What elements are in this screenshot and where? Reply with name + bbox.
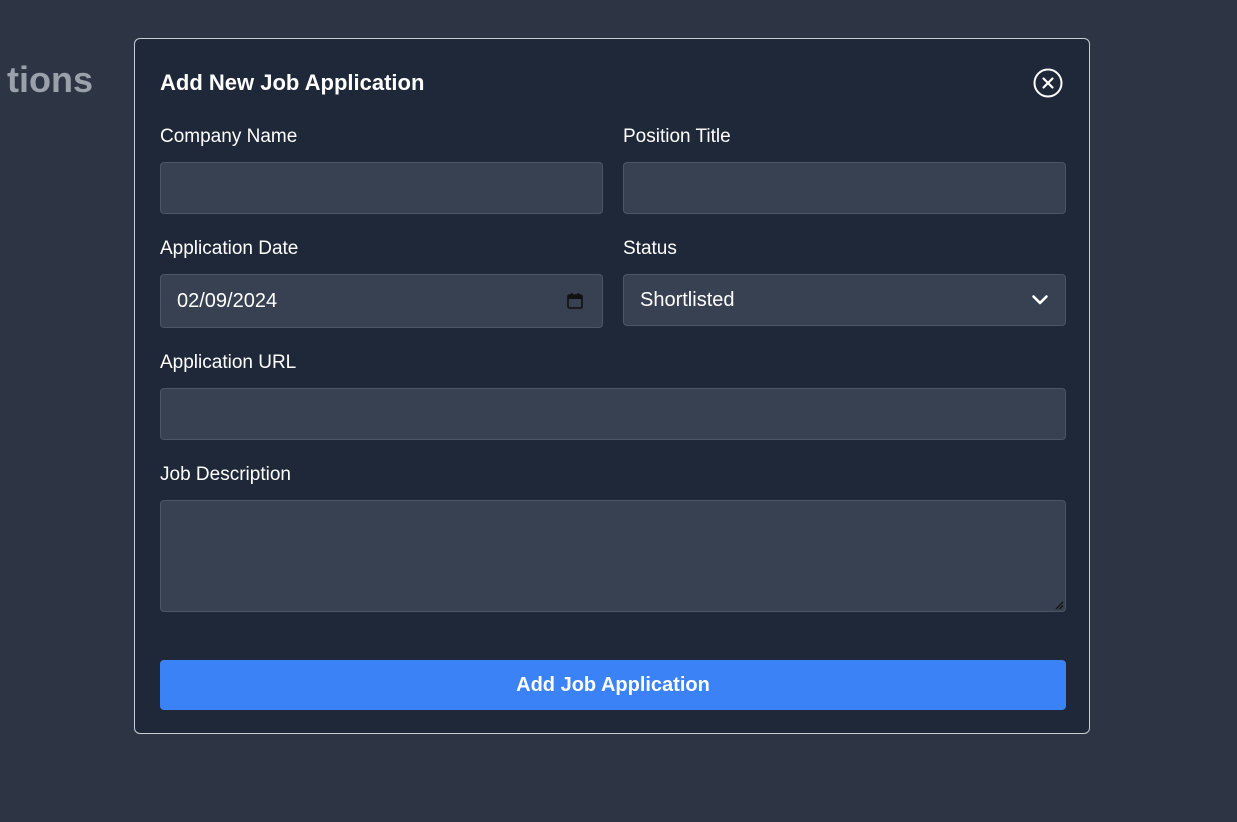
calendar-icon[interactable] bbox=[566, 292, 584, 310]
close-button[interactable] bbox=[1032, 67, 1064, 99]
company-name-label: Company Name bbox=[160, 126, 298, 147]
company-name-input[interactable] bbox=[160, 162, 603, 214]
application-url-label: Application URL bbox=[160, 352, 297, 373]
status-select[interactable]: Shortlisted bbox=[623, 274, 1066, 326]
resize-handle-icon[interactable] bbox=[1054, 600, 1064, 610]
position-title-input[interactable] bbox=[623, 162, 1066, 214]
chevron-down-icon bbox=[1032, 295, 1048, 305]
add-job-application-modal: Add New Job Application Company Name Pos… bbox=[134, 38, 1090, 734]
application-url-input[interactable] bbox=[160, 388, 1066, 440]
application-date-input[interactable]: 02/09/2024 bbox=[160, 274, 603, 328]
position-title-label: Position Title bbox=[623, 126, 731, 147]
status-label: Status bbox=[623, 238, 677, 259]
close-circle-icon bbox=[1033, 68, 1063, 98]
application-date-value: 02/09/2024 bbox=[177, 290, 278, 312]
status-selected-value: Shortlisted bbox=[640, 289, 735, 311]
application-date-label: Application Date bbox=[160, 238, 299, 259]
add-job-application-button[interactable]: Add Job Application bbox=[160, 660, 1066, 710]
modal-title: Add New Job Application bbox=[160, 70, 425, 95]
job-description-label: Job Description bbox=[160, 464, 291, 485]
page-heading: tions bbox=[7, 59, 93, 100]
job-description-textarea[interactable] bbox=[160, 500, 1066, 612]
